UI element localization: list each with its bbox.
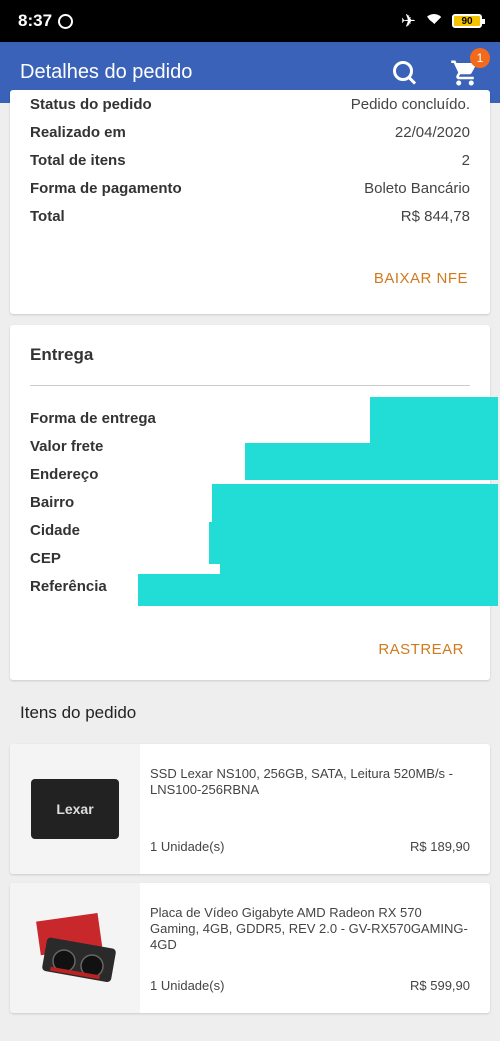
search-icon[interactable] <box>392 60 418 86</box>
summary-row-total: Total R$ 844,78 <box>10 202 490 230</box>
delivery-label: Referência <box>30 577 107 595</box>
delivery-heading: Entrega <box>30 345 94 364</box>
summary-value: Pedido concluído. <box>350 95 470 113</box>
item-thumbnail <box>10 883 140 1013</box>
summary-label: Status do pedido <box>30 95 152 113</box>
whatsapp-icon <box>58 13 74 29</box>
item-quantity: 1 Unidade(s) <box>150 978 225 993</box>
summary-label: Realizado em <box>30 123 126 141</box>
cart-count-badge: 1 <box>470 47 490 68</box>
items-section-title: Itens do pedido <box>20 703 137 722</box>
summary-value: Boleto Bancário <box>364 179 470 197</box>
order-item[interactable]: Placa de Vídeo Gigabyte AMD Radeon RX 57… <box>10 883 490 1013</box>
item-thumbnail: Lexar <box>10 744 140 874</box>
battery-icon: 90 <box>452 14 485 28</box>
order-summary-card: Status do pedido Pedido concluído. Reali… <box>10 90 490 314</box>
summary-value: 22/04/2020 <box>394 123 470 141</box>
wifi-icon <box>424 14 444 34</box>
item-price: R$ 189,90 <box>410 839 470 854</box>
graphics-card-image <box>36 913 116 983</box>
delivery-label: Bairro <box>30 493 75 511</box>
item-name: Placa de Vídeo Gigabyte AMD Radeon RX 57… <box>150 905 468 952</box>
airplane-mode-icon: ✈ <box>400 10 416 31</box>
summary-label: Total <box>30 207 65 225</box>
ssd-brand-text: Lexar <box>56 801 94 817</box>
download-nfe-button[interactable]: BAIXAR NFE <box>374 270 468 287</box>
delivery-label: Endereço <box>30 465 99 483</box>
redaction-block <box>370 397 498 445</box>
status-bar: 8:37 ✈ 90 <box>0 0 500 42</box>
item-quantity: 1 Unidade(s) <box>150 839 225 854</box>
cart-button[interactable]: 1 <box>450 47 490 88</box>
summary-row-date: Realizado em 22/04/2020 <box>10 118 490 146</box>
summary-row-status: Status do pedido Pedido concluído. <box>10 90 490 118</box>
delivery-label: Cidade <box>30 521 81 539</box>
redaction-block <box>138 574 498 606</box>
app-bar-actions: 1 <box>392 47 490 88</box>
redaction-block <box>209 522 498 564</box>
status-icons: ✈ 90 <box>400 10 485 34</box>
track-button[interactable]: RASTREAR <box>378 641 464 658</box>
summary-label: Forma de pagamento <box>30 179 182 197</box>
summary-label: Total de itens <box>30 151 126 169</box>
summary-row-payment: Forma de pagamento Boleto Bancário <box>10 174 490 202</box>
summary-value: R$ 844,78 <box>400 207 470 225</box>
item-price: R$ 599,90 <box>410 978 470 993</box>
page-title: Detalhes do pedido <box>20 61 193 83</box>
status-time: 8:37 <box>18 11 53 30</box>
summary-value: 2 <box>461 151 470 169</box>
delivery-label: Valor frete <box>30 437 104 455</box>
delivery-label: CEP <box>30 549 61 567</box>
summary-row-item-count: Total de itens 2 <box>10 146 490 174</box>
ssd-image: Lexar <box>31 779 119 839</box>
order-item[interactable]: Lexar SSD Lexar NS100, 256GB, SATA, Leit… <box>10 744 490 874</box>
redaction-block <box>245 443 498 480</box>
delivery-label: Forma de entrega <box>30 409 156 427</box>
item-name: SSD Lexar NS100, 256GB, SATA, Leitura 52… <box>150 766 453 797</box>
redaction-block <box>212 484 498 524</box>
